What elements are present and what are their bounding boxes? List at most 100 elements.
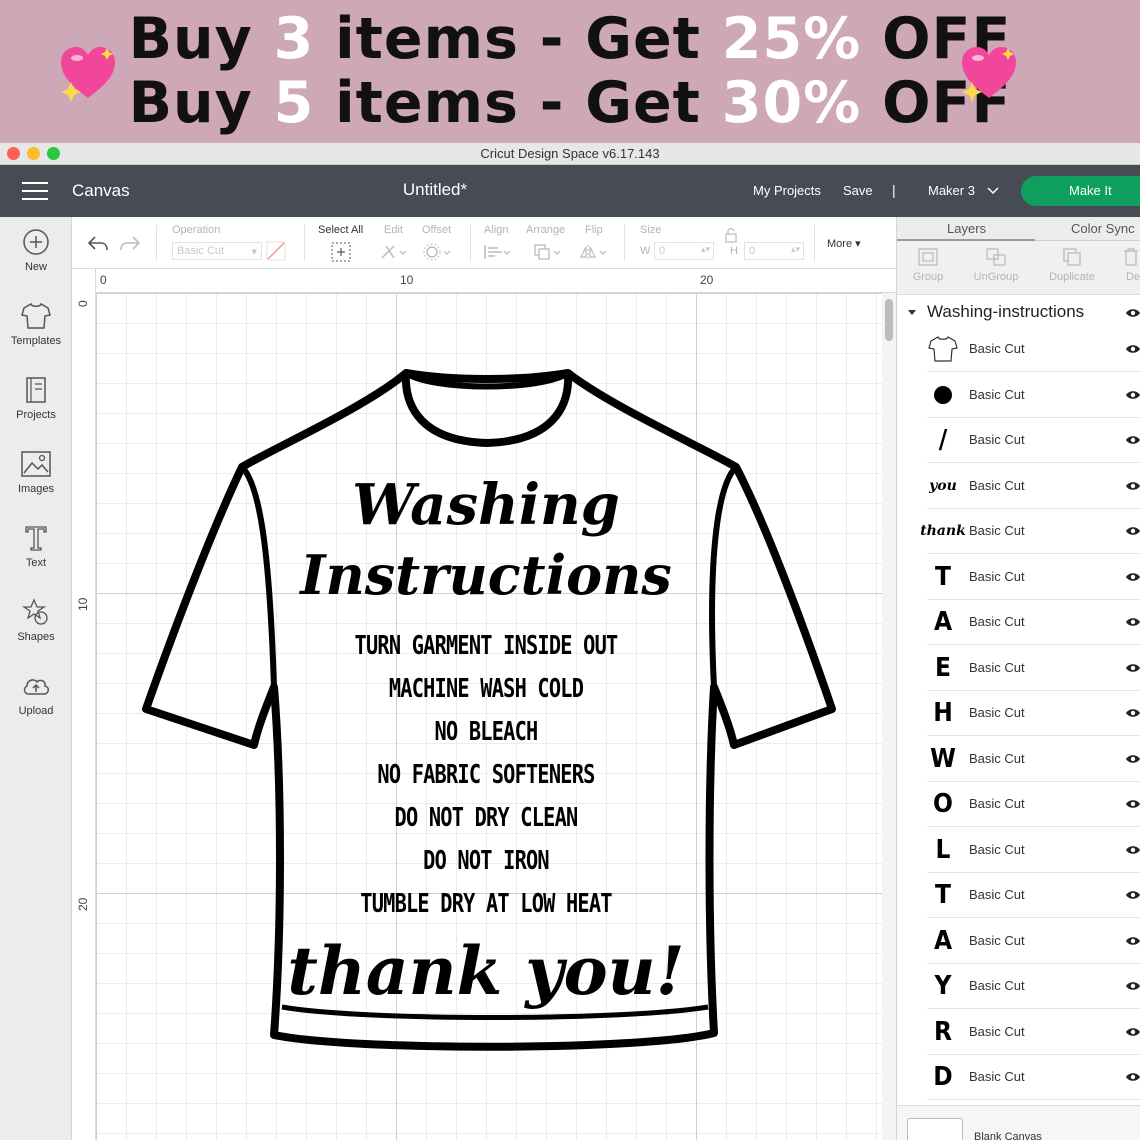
delete-button[interactable]: Del — [1102, 247, 1140, 283]
layer-row[interactable]: thank Basic Cut — [920, 509, 1140, 554]
layer-row[interactable]: you Basic Cut — [927, 464, 1140, 509]
visibility-eye-icon[interactable] — [1125, 798, 1140, 810]
visibility-eye-icon[interactable] — [1125, 307, 1140, 319]
duplicate-label: Duplicate — [1049, 271, 1095, 283]
layer-row[interactable]: Basic Cut — [927, 373, 1140, 418]
visibility-eye-icon[interactable] — [1125, 1071, 1140, 1083]
layer-thumbnail: Y — [934, 971, 952, 1001]
arrange-icon[interactable] — [532, 242, 564, 262]
visibility-eye-icon[interactable] — [1125, 980, 1140, 992]
canvas-color-swatch[interactable] — [907, 1118, 963, 1140]
make-it-button[interactable]: Make It — [1021, 176, 1140, 206]
layer-row[interactable]: D Basic Cut — [927, 1055, 1140, 1100]
layer-row[interactable]: T Basic Cut — [927, 873, 1140, 918]
visibility-eye-icon[interactable] — [1125, 525, 1140, 537]
layer-row[interactable]: E Basic Cut — [927, 646, 1140, 691]
layer-row[interactable]: A Basic Cut — [927, 919, 1140, 964]
ruler-tick-label: 0 — [100, 273, 107, 287]
sidebar-item-templates[interactable]: Templates — [0, 301, 72, 347]
offset-icon[interactable] — [422, 242, 454, 262]
sidebar-item-new[interactable]: New — [0, 227, 72, 273]
sidebar-item-label: Images — [17, 483, 55, 495]
sidebar-item-text[interactable]: Text — [0, 523, 72, 569]
plus-circle-icon — [23, 229, 49, 255]
canvas-scrollbar[interactable] — [882, 293, 896, 1140]
layer-row[interactable]: W Basic Cut — [927, 737, 1140, 782]
toolbar-divider — [304, 225, 305, 261]
save-button[interactable]: Save — [843, 183, 873, 198]
design-line: TURN GARMENT INSIDE OUT — [354, 631, 619, 661]
edit-tools-icon[interactable] — [378, 242, 408, 262]
visibility-eye-icon[interactable] — [1125, 889, 1140, 901]
design-canvas[interactable]: Washing Instructions TURN GARMENT INSIDE… — [96, 293, 882, 1140]
sidebar-item-label: Templates — [10, 335, 62, 347]
duplicate-button[interactable]: Duplicate — [1037, 247, 1107, 283]
visibility-eye-icon[interactable] — [1125, 753, 1140, 765]
blank-canvas-row[interactable]: Blank Canvas — [897, 1105, 1140, 1140]
visibility-eye-icon[interactable] — [1125, 1026, 1140, 1038]
visibility-eye-icon[interactable] — [1125, 662, 1140, 674]
layer-row[interactable]: Y Basic Cut — [927, 964, 1140, 1009]
ungroup-label: UnGroup — [973, 271, 1019, 283]
height-input[interactable]: 0 ▴▾ — [744, 242, 804, 260]
layer-label: Basic Cut — [969, 432, 1025, 447]
ungroup-button[interactable]: UnGroup — [961, 247, 1031, 283]
sidebar-item-label: Shapes — [17, 631, 55, 643]
toolbar-divider — [470, 225, 471, 261]
hamburger-menu-icon[interactable] — [22, 182, 48, 200]
redo-icon[interactable] — [118, 233, 142, 253]
sidebar-item-images[interactable]: Images — [0, 449, 72, 495]
sidebar-item-upload[interactable]: Upload — [0, 671, 72, 717]
undo-icon[interactable] — [86, 233, 110, 253]
visibility-eye-icon[interactable] — [1125, 343, 1140, 355]
toolbar-divider — [814, 225, 815, 261]
width-input[interactable]: 0 ▴▾ — [654, 242, 714, 260]
layer-row[interactable]: / Basic Cut — [927, 418, 1140, 463]
expand-caret-icon[interactable] — [908, 310, 916, 315]
scrollbar-thumb[interactable] — [885, 299, 893, 341]
layer-group-header[interactable]: Washing-instructions — [897, 297, 1140, 327]
my-projects-link[interactable]: My Projects — [753, 183, 821, 198]
sidebar-item-shapes[interactable]: Shapes — [0, 597, 72, 643]
layer-row[interactable]: Basic Cut — [927, 327, 1140, 372]
dot-icon — [927, 379, 959, 411]
layer-row[interactable]: H Basic Cut — [927, 691, 1140, 736]
visibility-eye-icon[interactable] — [1125, 844, 1140, 856]
color-swatch-icon[interactable] — [266, 241, 286, 261]
layer-row[interactable]: A Basic Cut — [927, 600, 1140, 645]
lock-icon[interactable] — [724, 227, 738, 243]
left-sidebar: New Templates Projects Images Text Shape… — [0, 217, 72, 1140]
design-thank-you: thank you! — [287, 932, 685, 1010]
layer-label: Basic Cut — [969, 841, 1025, 857]
layer-thumbnail: thank — [920, 523, 966, 539]
visibility-eye-icon[interactable] — [1125, 389, 1140, 401]
layer-label: Basic Cut — [969, 750, 1025, 766]
sidebar-item-projects[interactable]: Projects — [0, 375, 72, 421]
arrange-label: Arrange — [526, 224, 566, 236]
layer-row[interactable]: R Basic Cut — [927, 1010, 1140, 1055]
layer-row[interactable]: O Basic Cut — [927, 782, 1140, 827]
toolbar-divider — [156, 225, 157, 261]
visibility-eye-icon[interactable] — [1125, 571, 1140, 583]
chevron-down-icon[interactable] — [986, 184, 1000, 198]
select-all-icon[interactable] — [330, 241, 352, 263]
machine-selector[interactable]: Maker 3 — [928, 183, 975, 198]
more-menu[interactable]: More ▾ — [827, 237, 861, 250]
operation-select[interactable]: Basic Cut ▾ — [172, 242, 262, 260]
visibility-eye-icon[interactable] — [1125, 616, 1140, 628]
visibility-eye-icon[interactable] — [1125, 935, 1140, 947]
layer-row[interactable]: T Basic Cut — [927, 555, 1140, 600]
flip-icon[interactable] — [578, 242, 610, 262]
visibility-eye-icon[interactable] — [1125, 480, 1140, 492]
layer-actions: Group UnGroup Duplicate Del — [897, 241, 1140, 295]
sidebar-item-label: Upload — [18, 705, 54, 717]
tab-color-sync[interactable]: Color Sync — [1071, 221, 1135, 236]
group-icon — [918, 248, 938, 266]
visibility-eye-icon[interactable] — [1125, 707, 1140, 719]
tab-layers[interactable]: Layers — [947, 221, 986, 236]
layer-row[interactable]: L Basic Cut — [927, 828, 1140, 873]
ruler-tick-label: 0 — [76, 300, 90, 307]
group-button[interactable]: Group — [893, 247, 963, 283]
align-icon[interactable] — [482, 242, 514, 262]
visibility-eye-icon[interactable] — [1125, 434, 1140, 446]
